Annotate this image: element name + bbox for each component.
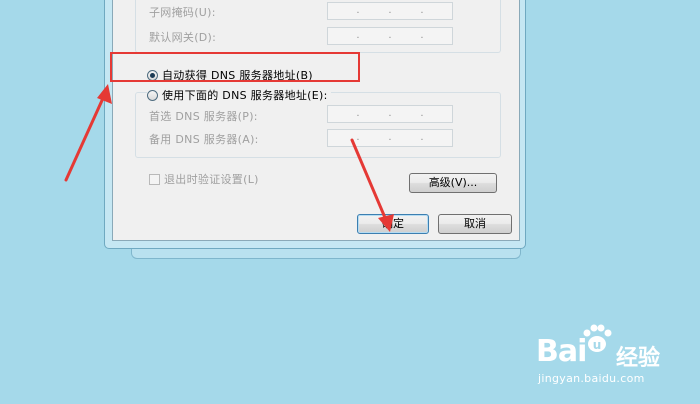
annotation-arrow-ok bbox=[350, 138, 394, 232]
watermark-url: jingyan.baidu.com bbox=[538, 372, 645, 385]
baidu-logo-text: Bai bbox=[536, 334, 587, 369]
paw-letter: u bbox=[593, 338, 602, 352]
annotation-arrow-left bbox=[64, 84, 112, 182]
jingyan-text: 经验 bbox=[616, 346, 661, 371]
baidu-jingyan-watermark: u Bai 经验 jingyan.baidu.com bbox=[536, 322, 676, 392]
screenshot-stage: 子网掩码(U): . . . 默认网关(D): . . . 自动获得 DNS 服… bbox=[0, 0, 700, 404]
